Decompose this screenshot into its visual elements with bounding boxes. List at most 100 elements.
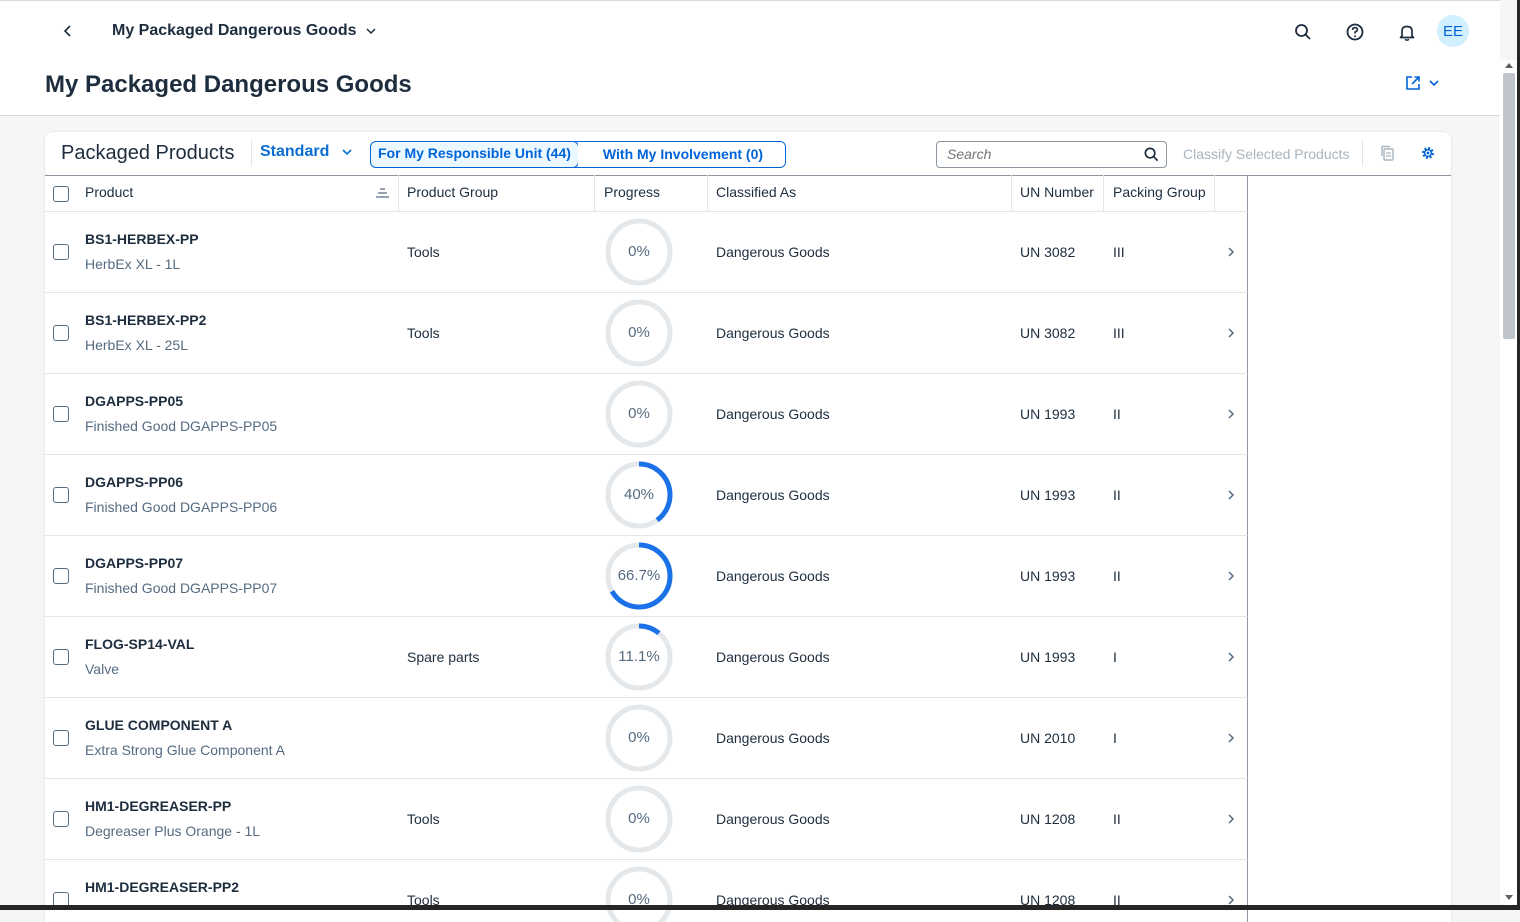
packing-group: I bbox=[1113, 649, 1117, 665]
product-name: DGAPPS-PP06 bbox=[85, 474, 184, 490]
product-group: Tools bbox=[407, 325, 440, 341]
classified-as: Dangerous Goods bbox=[716, 325, 830, 341]
row-checkbox[interactable] bbox=[53, 487, 69, 503]
column-header-un-number[interactable]: UN Number bbox=[1020, 175, 1094, 211]
table-toolbar: Packaged Products Standard For My Respon… bbox=[45, 132, 1451, 176]
progress-value: 0% bbox=[628, 729, 650, 746]
product-description: HerbEx XL - 1L bbox=[85, 256, 181, 272]
un-number: UN 1993 bbox=[1020, 568, 1076, 584]
packing-group: I bbox=[1113, 730, 1117, 746]
user-avatar[interactable]: EE bbox=[1437, 15, 1469, 47]
chevron-down-icon bbox=[1429, 80, 1439, 87]
product-name: BS1-HERBEX-PP bbox=[85, 231, 199, 247]
chevron-down-icon bbox=[365, 28, 376, 35]
scrollbar-thumb[interactable] bbox=[1503, 73, 1515, 339]
search-icon[interactable] bbox=[1143, 146, 1160, 163]
column-header-product-group[interactable]: Product Group bbox=[407, 175, 498, 211]
column-divider bbox=[707, 175, 708, 211]
scroll-up-arrow-icon[interactable] bbox=[1505, 62, 1513, 68]
column-header-packing-group[interactable]: Packing Group bbox=[1113, 175, 1206, 211]
row-checkbox[interactable] bbox=[53, 568, 69, 584]
navigation-arrow-icon[interactable] bbox=[1225, 488, 1237, 502]
table-row[interactable]: FLOG-SP14-VAL Valve Spare parts 11.1% Danger… bbox=[45, 617, 1248, 698]
scroll-down-arrow-icon[interactable] bbox=[1505, 895, 1513, 901]
variant-label: Standard bbox=[260, 143, 330, 160]
navigation-arrow-icon[interactable] bbox=[1225, 812, 1237, 826]
copy-icon[interactable] bbox=[1379, 144, 1397, 162]
product-name: GLUE COMPONENT A bbox=[85, 717, 233, 733]
classified-as: Dangerous Goods bbox=[716, 406, 830, 422]
table-row[interactable]: DGAPPS-PP06 Finished Good DGAPPS-PP06 40% D… bbox=[45, 455, 1248, 536]
column-divider bbox=[1214, 175, 1215, 211]
product-description: Finished Good DGAPPS-PP06 bbox=[85, 499, 278, 515]
progress-value: 0% bbox=[628, 243, 650, 260]
row-checkbox[interactable] bbox=[53, 244, 69, 260]
column-header-product[interactable]: Product bbox=[85, 175, 133, 211]
sort-ascending-icon[interactable] bbox=[376, 187, 389, 199]
select-all-checkbox[interactable] bbox=[53, 186, 69, 202]
navigation-arrow-icon[interactable] bbox=[1225, 245, 1237, 259]
classified-as: Dangerous Goods bbox=[716, 244, 830, 260]
notifications-bell-icon[interactable] bbox=[1396, 21, 1418, 43]
product-description: Extra Strong Glue Component A bbox=[85, 742, 285, 758]
navigation-arrow-icon[interactable] bbox=[1225, 326, 1237, 340]
progress-value: 0% bbox=[628, 324, 650, 341]
navigation-arrow-icon[interactable] bbox=[1225, 407, 1237, 421]
product-name: HM1-DEGREASER-PP bbox=[85, 798, 232, 814]
column-divider bbox=[398, 175, 399, 211]
app-title-menu[interactable]: My Packaged Dangerous Goods bbox=[112, 22, 377, 40]
page-title: My Packaged Dangerous Goods bbox=[45, 71, 412, 98]
navigation-arrow-icon[interactable] bbox=[1225, 650, 1237, 664]
table-title: Packaged Products bbox=[61, 142, 235, 164]
progress-value: 11.1% bbox=[618, 648, 660, 665]
table-row[interactable]: BS1-HERBEX-PP HerbEx XL - 1L Tools 0% Danger… bbox=[45, 212, 1248, 293]
variant-selector[interactable]: Standard bbox=[260, 143, 353, 161]
chevron-down-icon bbox=[342, 149, 352, 156]
row-checkbox[interactable] bbox=[53, 811, 69, 827]
shell-bar: My Packaged Dangerous Goods EE bbox=[0, 0, 1500, 61]
table-row[interactable]: GLUE COMPONENT A Extra Strong Glue Compon… bbox=[45, 698, 1248, 779]
scope-segmented-button: For My Responsible Unit (44) With My Inv… bbox=[370, 141, 787, 168]
search-icon[interactable] bbox=[1292, 21, 1314, 43]
un-number: UN 1993 bbox=[1020, 649, 1076, 665]
row-checkbox[interactable] bbox=[53, 325, 69, 341]
column-header-classified-as[interactable]: Classified As bbox=[716, 175, 796, 211]
page-header: My Packaged Dangerous Goods bbox=[0, 60, 1500, 116]
segment-my-involvement[interactable]: With My Involvement (0) bbox=[577, 142, 786, 167]
navigation-arrow-icon[interactable] bbox=[1225, 731, 1237, 745]
segment-responsible-unit[interactable]: For My Responsible Unit (44) bbox=[371, 142, 579, 167]
table-row[interactable]: HM1-DEGREASER-PP2 Tools 0% Dangerous Goods U… bbox=[45, 860, 1248, 922]
un-number: UN 3082 bbox=[1020, 244, 1076, 260]
table-row[interactable]: DGAPPS-PP07 Finished Good DGAPPS-PP07 66.7… bbox=[45, 536, 1248, 617]
column-divider bbox=[1103, 175, 1104, 211]
navigation-arrow-icon[interactable] bbox=[1225, 569, 1237, 583]
table-body: BS1-HERBEX-PP HerbEx XL - 1L Tools 0% Danger… bbox=[45, 212, 1248, 922]
share-button[interactable] bbox=[1404, 74, 1440, 92]
classified-as: Dangerous Goods bbox=[716, 568, 830, 584]
classify-selected-button[interactable]: Classify Selected Products bbox=[1183, 146, 1350, 162]
classified-as: Dangerous Goods bbox=[716, 730, 830, 746]
packing-group: II bbox=[1113, 406, 1121, 422]
table-header: Product Product Group Progress Classifie… bbox=[45, 175, 1248, 212]
column-header-progress[interactable]: Progress bbox=[604, 175, 660, 211]
un-number: UN 1993 bbox=[1020, 487, 1076, 503]
packaged-products-card: Packaged Products Standard For My Respon… bbox=[45, 132, 1451, 922]
search-input[interactable] bbox=[945, 145, 1139, 163]
progress-value: 0% bbox=[628, 810, 650, 827]
help-icon[interactable] bbox=[1344, 21, 1366, 43]
row-checkbox[interactable] bbox=[53, 649, 69, 665]
settings-gear-icon[interactable] bbox=[1419, 144, 1437, 162]
back-arrow-icon[interactable] bbox=[58, 21, 78, 41]
table-row[interactable]: DGAPPS-PP05 Finished Good DGAPPS-PP05 0% Da… bbox=[45, 374, 1248, 455]
toolbar-separator bbox=[1362, 140, 1363, 166]
table-row[interactable]: HM1-DEGREASER-PP Degreaser Plus Orange - … bbox=[45, 779, 1248, 860]
row-checkbox[interactable] bbox=[53, 730, 69, 746]
product-name: DGAPPS-PP05 bbox=[85, 393, 184, 409]
table-row[interactable]: BS1-HERBEX-PP2 HerbEx XL - 25L Tools 0% Dang… bbox=[45, 293, 1248, 374]
product-description: Finished Good DGAPPS-PP05 bbox=[85, 418, 278, 434]
row-checkbox[interactable] bbox=[53, 406, 69, 422]
packing-group: II bbox=[1113, 811, 1121, 827]
product-name: FLOG-SP14-VAL bbox=[85, 636, 195, 652]
share-icon bbox=[1406, 76, 1420, 90]
product-description: Degreaser Plus Orange - 1L bbox=[85, 823, 261, 839]
